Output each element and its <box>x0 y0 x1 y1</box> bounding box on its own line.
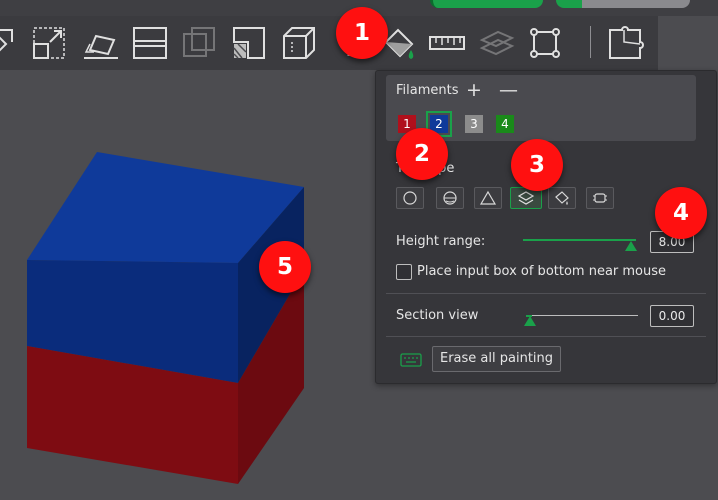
sphere-tool-button[interactable] <box>436 187 464 209</box>
sphere-tool-icon <box>443 191 457 205</box>
filaments-title: Filaments <box>396 83 459 98</box>
height-range-tool-icon <box>517 191 535 205</box>
measure-icon[interactable] <box>426 22 468 64</box>
cut-icon[interactable] <box>128 22 170 64</box>
slice-plate-button[interactable] <box>430 0 543 8</box>
fill-tool-icon <box>555 191 569 205</box>
lay-on-face-icon[interactable] <box>80 22 122 64</box>
boolean-icon[interactable] <box>178 22 220 64</box>
gap-fill-tool-button[interactable] <box>586 187 614 209</box>
section-view-slider-thumb[interactable] <box>524 316 536 326</box>
section-view-input[interactable]: 0.00 <box>650 305 694 327</box>
callout-badge-3: 3 <box>511 139 563 191</box>
scale-icon[interactable] <box>28 22 70 64</box>
height-range-slider[interactable] <box>523 239 636 241</box>
callout-badge-1: 1 <box>336 7 388 59</box>
support-painting-icon[interactable] <box>228 22 270 64</box>
triangle-tool-button[interactable] <box>474 187 502 209</box>
section-view-slider-rest <box>532 315 638 316</box>
print-dropdown-button[interactable] <box>582 0 690 8</box>
filament-swatch-4[interactable]: 4 <box>496 115 514 133</box>
rotate-icon[interactable] <box>0 22 20 64</box>
gap-fill-tool-icon <box>593 193 607 203</box>
fit-view-icon[interactable] <box>524 22 566 64</box>
divider <box>386 293 706 294</box>
callout-badge-5: 5 <box>259 241 311 293</box>
toolbar <box>0 16 658 70</box>
height-range-slider-thumb[interactable] <box>625 241 637 251</box>
remove-filament-button[interactable]: — <box>499 79 518 101</box>
circle-tool-icon <box>403 191 417 205</box>
callout-badge-2: 2 <box>396 128 448 180</box>
add-filament-button[interactable]: + <box>466 79 482 101</box>
toolbar-separator <box>590 26 591 58</box>
seam-painting-icon[interactable] <box>278 22 320 64</box>
fill-tool-button[interactable] <box>548 187 576 209</box>
split-parts-icon[interactable] <box>604 22 646 64</box>
section-view-label: Section view <box>396 308 479 323</box>
filament-swatch-3[interactable]: 3 <box>465 115 483 133</box>
assembly-icon[interactable] <box>476 22 518 64</box>
keyboard-icon <box>400 353 422 367</box>
painted-cube[interactable] <box>27 152 304 484</box>
triangle-tool-icon <box>479 190 497 205</box>
divider <box>386 336 706 337</box>
height-range-label: Height range: <box>396 234 486 249</box>
circle-tool-button[interactable] <box>396 187 424 209</box>
place-input-box-label: Place input box of bottom near mouse <box>417 264 667 279</box>
erase-all-painting-button[interactable]: Erase all painting <box>432 346 562 372</box>
callout-badge-4: 4 <box>655 187 707 239</box>
place-input-box-checkbox[interactable] <box>396 264 412 280</box>
